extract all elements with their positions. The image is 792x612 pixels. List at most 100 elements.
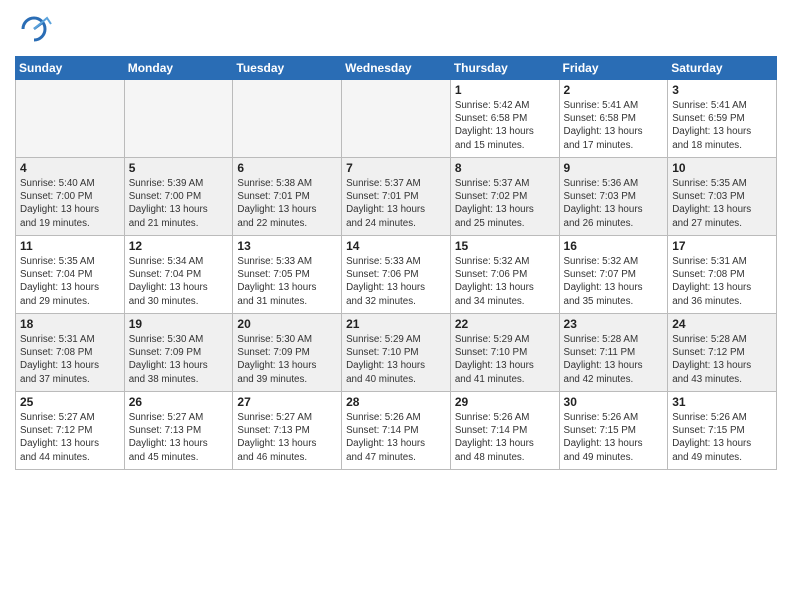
calendar-table: SundayMondayTuesdayWednesdayThursdayFrid…	[15, 56, 777, 470]
day-info: Sunrise: 5:32 AM Sunset: 7:06 PM Dayligh…	[455, 255, 555, 308]
day-number: 26	[129, 395, 229, 409]
calendar-cell: 28 Sunrise: 5:26 AM Sunset: 7:14 PM Dayli…	[342, 392, 451, 470]
calendar-cell: 25 Sunrise: 5:27 AM Sunset: 7:12 PM Dayli…	[16, 392, 125, 470]
day-info: Sunrise: 5:31 AM Sunset: 7:08 PM Dayligh…	[672, 255, 772, 308]
calendar-cell: 31Sunrise: 5:26 AM Sunset: 7:15 PM Dayli…	[668, 392, 777, 470]
day-number: 23	[564, 317, 664, 331]
day-info: Sunrise: 5:26 AM Sunset: 7:14 PM Dayligh…	[455, 411, 555, 464]
day-info: Sunrise: 5:33 AM Sunset: 7:05 PM Dayligh…	[237, 255, 337, 308]
calendar-header-thursday: Thursday	[450, 57, 559, 80]
calendar-cell: 30 Sunrise: 5:26 AM Sunset: 7:15 PM Dayli…	[559, 392, 668, 470]
calendar-header-wednesday: Wednesday	[342, 57, 451, 80]
calendar-header-row: SundayMondayTuesdayWednesdayThursdayFrid…	[16, 57, 777, 80]
day-info: Sunrise: 5:28 AM Sunset: 7:12 PM Dayligh…	[672, 333, 772, 386]
day-info: Sunrise: 5:26 AM Sunset: 7:15 PM Dayligh…	[672, 411, 772, 464]
logo	[15, 10, 57, 48]
day-number: 5	[129, 161, 229, 175]
calendar-cell	[16, 80, 125, 158]
day-number: 30	[564, 395, 664, 409]
day-info: Sunrise: 5:42 AM Sunset: 6:58 PM Dayligh…	[455, 99, 555, 152]
day-info: Sunrise: 5:31 AM Sunset: 7:08 PM Dayligh…	[20, 333, 120, 386]
calendar-cell: 5 Sunrise: 5:39 AM Sunset: 7:00 PM Daylig…	[124, 158, 233, 236]
day-info: Sunrise: 5:40 AM Sunset: 7:00 PM Dayligh…	[20, 177, 120, 230]
calendar-header-saturday: Saturday	[668, 57, 777, 80]
calendar-header-friday: Friday	[559, 57, 668, 80]
day-info: Sunrise: 5:33 AM Sunset: 7:06 PM Dayligh…	[346, 255, 446, 308]
calendar-cell: 19 Sunrise: 5:30 AM Sunset: 7:09 PM Dayli…	[124, 314, 233, 392]
day-info: Sunrise: 5:35 AM Sunset: 7:04 PM Dayligh…	[20, 255, 120, 308]
day-number: 1	[455, 83, 555, 97]
calendar-cell: 10 Sunrise: 5:35 AM Sunset: 7:03 PM Dayli…	[668, 158, 777, 236]
day-info: Sunrise: 5:26 AM Sunset: 7:14 PM Dayligh…	[346, 411, 446, 464]
day-info: Sunrise: 5:37 AM Sunset: 7:02 PM Dayligh…	[455, 177, 555, 230]
day-number: 2	[564, 83, 664, 97]
day-number: 24	[672, 317, 772, 331]
calendar-cell: 29Sunrise: 5:26 AM Sunset: 7:14 PM Dayli…	[450, 392, 559, 470]
calendar-header-sunday: Sunday	[16, 57, 125, 80]
calendar-cell: 26 Sunrise: 5:27 AM Sunset: 7:13 PM Dayli…	[124, 392, 233, 470]
calendar-cell: 12 Sunrise: 5:34 AM Sunset: 7:04 PM Dayli…	[124, 236, 233, 314]
day-number: 22	[455, 317, 555, 331]
day-info: Sunrise: 5:32 AM Sunset: 7:07 PM Dayligh…	[564, 255, 664, 308]
calendar-cell: 15 Sunrise: 5:32 AM Sunset: 7:06 PM Dayli…	[450, 236, 559, 314]
header	[15, 10, 777, 48]
day-info: Sunrise: 5:39 AM Sunset: 7:00 PM Dayligh…	[129, 177, 229, 230]
day-number: 7	[346, 161, 446, 175]
calendar-cell: 21Sunrise: 5:29 AM Sunset: 7:10 PM Dayli…	[342, 314, 451, 392]
calendar-cell: 2 Sunrise: 5:41 AM Sunset: 6:58 PM Daylig…	[559, 80, 668, 158]
day-info: Sunrise: 5:30 AM Sunset: 7:09 PM Dayligh…	[129, 333, 229, 386]
calendar-week-row: 18 Sunrise: 5:31 AM Sunset: 7:08 PM Dayli…	[16, 314, 777, 392]
calendar-cell: 27 Sunrise: 5:27 AM Sunset: 7:13 PM Dayli…	[233, 392, 342, 470]
logo-icon	[15, 10, 53, 48]
calendar-cell: 20 Sunrise: 5:30 AM Sunset: 7:09 PM Dayli…	[233, 314, 342, 392]
calendar-week-row: 25 Sunrise: 5:27 AM Sunset: 7:12 PM Dayli…	[16, 392, 777, 470]
day-info: Sunrise: 5:37 AM Sunset: 7:01 PM Dayligh…	[346, 177, 446, 230]
day-number: 14	[346, 239, 446, 253]
calendar-header-monday: Monday	[124, 57, 233, 80]
day-info: Sunrise: 5:30 AM Sunset: 7:09 PM Dayligh…	[237, 333, 337, 386]
calendar-cell: 9 Sunrise: 5:36 AM Sunset: 7:03 PM Daylig…	[559, 158, 668, 236]
day-number: 19	[129, 317, 229, 331]
day-number: 28	[346, 395, 446, 409]
calendar-cell: 6Sunrise: 5:38 AM Sunset: 7:01 PM Daylig…	[233, 158, 342, 236]
calendar-cell: 18 Sunrise: 5:31 AM Sunset: 7:08 PM Dayli…	[16, 314, 125, 392]
calendar-cell	[124, 80, 233, 158]
calendar-cell: 7 Sunrise: 5:37 AM Sunset: 7:01 PM Daylig…	[342, 158, 451, 236]
day-number: 21	[346, 317, 446, 331]
calendar-cell: 14 Sunrise: 5:33 AM Sunset: 7:06 PM Dayli…	[342, 236, 451, 314]
day-info: Sunrise: 5:28 AM Sunset: 7:11 PM Dayligh…	[564, 333, 664, 386]
day-info: Sunrise: 5:34 AM Sunset: 7:04 PM Dayligh…	[129, 255, 229, 308]
day-info: Sunrise: 5:26 AM Sunset: 7:15 PM Dayligh…	[564, 411, 664, 464]
calendar-cell: 17 Sunrise: 5:31 AM Sunset: 7:08 PM Dayli…	[668, 236, 777, 314]
day-info: Sunrise: 5:41 AM Sunset: 6:59 PM Dayligh…	[672, 99, 772, 152]
calendar-cell: 1 Sunrise: 5:42 AM Sunset: 6:58 PM Daylig…	[450, 80, 559, 158]
day-info: Sunrise: 5:29 AM Sunset: 7:10 PM Dayligh…	[455, 333, 555, 386]
day-number: 25	[20, 395, 120, 409]
day-number: 17	[672, 239, 772, 253]
day-info: Sunrise: 5:27 AM Sunset: 7:12 PM Dayligh…	[20, 411, 120, 464]
calendar-week-row: 1 Sunrise: 5:42 AM Sunset: 6:58 PM Daylig…	[16, 80, 777, 158]
day-number: 18	[20, 317, 120, 331]
day-info: Sunrise: 5:27 AM Sunset: 7:13 PM Dayligh…	[237, 411, 337, 464]
day-number: 20	[237, 317, 337, 331]
day-number: 16	[564, 239, 664, 253]
day-info: Sunrise: 5:41 AM Sunset: 6:58 PM Dayligh…	[564, 99, 664, 152]
day-number: 27	[237, 395, 337, 409]
day-info: Sunrise: 5:36 AM Sunset: 7:03 PM Dayligh…	[564, 177, 664, 230]
day-number: 6	[237, 161, 337, 175]
calendar-cell: 8Sunrise: 5:37 AM Sunset: 7:02 PM Daylig…	[450, 158, 559, 236]
day-number: 4	[20, 161, 120, 175]
day-number: 9	[564, 161, 664, 175]
day-info: Sunrise: 5:27 AM Sunset: 7:13 PM Dayligh…	[129, 411, 229, 464]
day-number: 10	[672, 161, 772, 175]
calendar-week-row: 4 Sunrise: 5:40 AM Sunset: 7:00 PM Daylig…	[16, 158, 777, 236]
day-number: 15	[455, 239, 555, 253]
day-number: 3	[672, 83, 772, 97]
calendar-cell: 3 Sunrise: 5:41 AM Sunset: 6:59 PM Daylig…	[668, 80, 777, 158]
calendar-cell: 23 Sunrise: 5:28 AM Sunset: 7:11 PM Dayli…	[559, 314, 668, 392]
day-number: 12	[129, 239, 229, 253]
day-number: 13	[237, 239, 337, 253]
calendar-cell	[342, 80, 451, 158]
calendar-cell: 4 Sunrise: 5:40 AM Sunset: 7:00 PM Daylig…	[16, 158, 125, 236]
day-info: Sunrise: 5:35 AM Sunset: 7:03 PM Dayligh…	[672, 177, 772, 230]
